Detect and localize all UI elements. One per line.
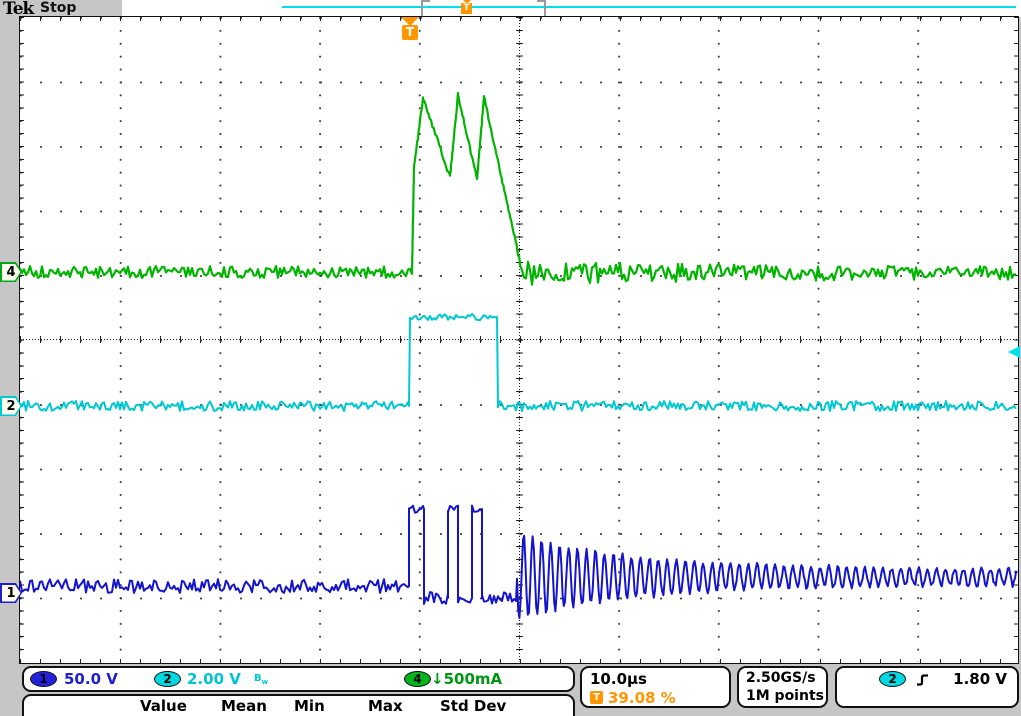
timebase-scale: 10.0µs <box>590 670 647 688</box>
graticule <box>19 16 1019 664</box>
trigger-position-readout: 39.08 % <box>608 689 676 707</box>
measurement-header-box: Value Mean Min Max Std Dev <box>22 694 575 716</box>
ch4-scale: ↓500mA <box>431 670 502 688</box>
ch2-badge: 2 <box>154 671 181 687</box>
trigger-position-marker: T <box>400 17 420 42</box>
col-stddev: Std Dev <box>440 697 506 715</box>
trigger-settings-box: 2 1.80 V <box>835 666 1019 708</box>
col-value: Value <box>140 697 187 715</box>
trigger-position-icon: T <box>590 691 603 704</box>
acquisition-status: Stop <box>40 0 76 16</box>
rising-edge-icon <box>915 672 931 688</box>
acquisition-box: 2.50GS/s 1M points <box>737 666 828 708</box>
channel-readout-box: 1 50.0 V 2 2.00 V Bw 4 ↓500mA <box>22 666 575 692</box>
col-max: Max <box>368 697 403 715</box>
col-mean: Mean <box>221 697 267 715</box>
sample-rate: 2.50GS/s <box>746 670 816 686</box>
col-min: Min <box>294 697 325 715</box>
overview-trigger-icon: T <box>461 0 473 15</box>
oscilloscope-screen: { "header": { "brand": "Tek", "acq_statu… <box>0 0 1021 710</box>
trigger-level-arrow-icon <box>1008 346 1020 358</box>
waveform-traces <box>20 17 1017 662</box>
trigger-level-readout: 1.80 V <box>953 670 1007 688</box>
ch2-scale: 2.00 V <box>187 670 241 688</box>
record-length: 1M points <box>746 688 824 704</box>
ch2-bandwidth-icon: Bw <box>254 673 268 686</box>
ch1-badge: 1 <box>30 671 57 687</box>
top-status-strip: Tek Stop T <box>0 0 1021 17</box>
ch4-badge: 4 <box>404 671 431 687</box>
record-overview-line <box>282 6 1016 8</box>
ch1-scale: 50.0 V <box>64 670 118 688</box>
trigger-source-badge: 2 <box>879 671 906 687</box>
horizontal-settings-box: 10.0µs T 39.08 % <box>580 666 731 708</box>
